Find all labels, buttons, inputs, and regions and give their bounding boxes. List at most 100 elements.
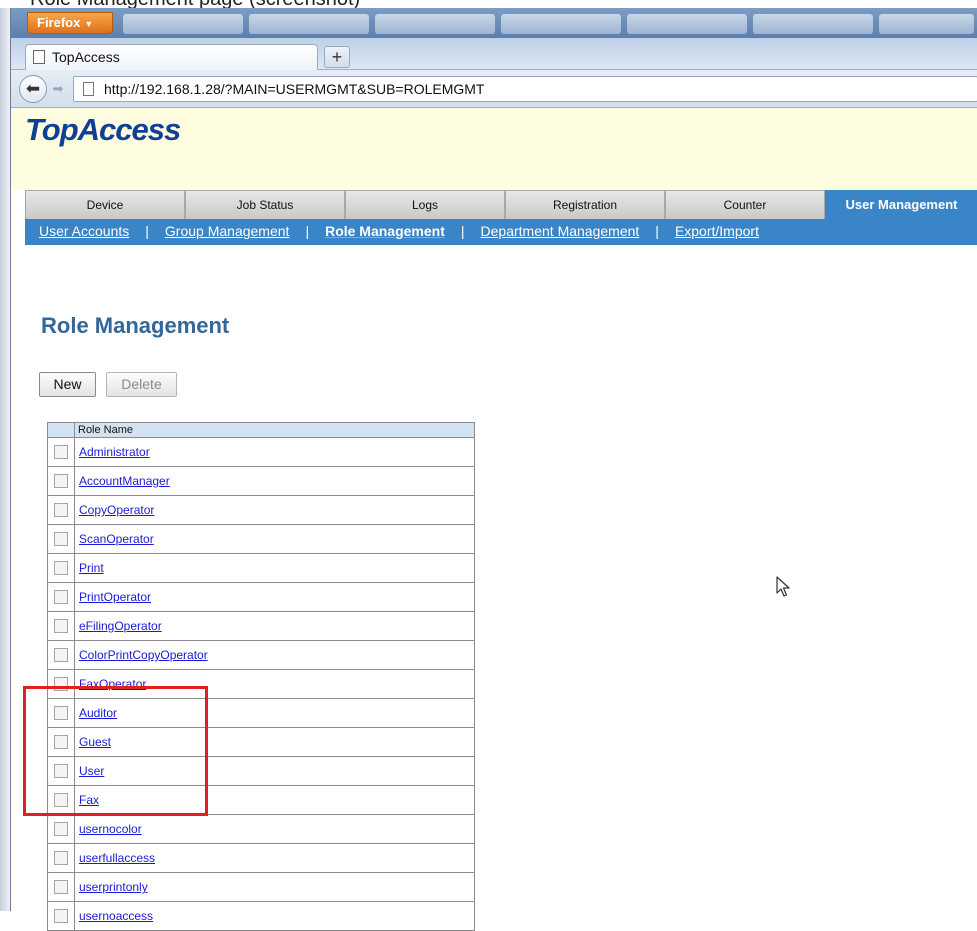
row-checkbox[interactable]: [54, 648, 68, 663]
new-button[interactable]: New: [39, 372, 96, 397]
delete-button[interactable]: Delete: [106, 372, 177, 397]
role-link[interactable]: eFilingOperator: [79, 619, 162, 633]
tab-topaccess[interactable]: TopAccess: [25, 44, 318, 70]
row-checkbox-cell: [47, 814, 75, 844]
mouse-pointer-icon: [776, 576, 790, 597]
address-bar[interactable]: http://192.168.1.28/?MAIN=USERMGMT&SUB=R…: [73, 76, 977, 102]
row-checkbox[interactable]: [54, 619, 68, 634]
table-row: eFilingOperator: [47, 611, 475, 641]
role-name-cell: eFilingOperator: [74, 611, 475, 641]
role-link[interactable]: AccountManager: [79, 474, 170, 488]
subnav-separator: |: [460, 223, 465, 239]
subnav-separator: |: [145, 223, 149, 239]
row-checkbox[interactable]: [54, 503, 68, 518]
role-link[interactable]: usernoaccess: [79, 909, 153, 923]
role-link[interactable]: userfullaccess: [79, 851, 155, 865]
table-row: Print: [47, 553, 475, 583]
table-row: ColorPrintCopyOperator: [47, 640, 475, 670]
title-bar: Firefox ▼: [11, 8, 977, 38]
role-name-cell: Administrator: [74, 437, 475, 467]
table-row: Administrator: [47, 437, 475, 467]
topaccess-logo: TopAccess: [25, 112, 181, 147]
subnav-export-import[interactable]: Export/Import: [675, 223, 759, 239]
highlight-annotation: [23, 686, 208, 816]
main-tabs: Device Job Status Logs Registration Coun…: [25, 190, 977, 219]
background-tab[interactable]: [753, 14, 873, 34]
row-checkbox-cell: [47, 553, 75, 583]
subnav-group-management[interactable]: Group Management: [165, 223, 290, 239]
row-checkbox-cell: [47, 437, 75, 467]
row-checkbox[interactable]: [54, 851, 68, 866]
background-tab[interactable]: [879, 14, 974, 34]
row-checkbox[interactable]: [54, 561, 68, 576]
tab-logs[interactable]: Logs: [345, 190, 505, 219]
row-checkbox-cell: [47, 611, 75, 641]
role-link[interactable]: CopyOperator: [79, 503, 154, 517]
row-checkbox[interactable]: [54, 880, 68, 895]
table-row: PrintOperator: [47, 582, 475, 612]
subnav-department-management[interactable]: Department Management: [481, 223, 640, 239]
row-checkbox[interactable]: [54, 909, 68, 924]
table-row: userfullaccess: [47, 843, 475, 873]
table-row: usernoaccess: [47, 901, 475, 931]
tab-device[interactable]: Device: [25, 190, 185, 219]
tab-strip: TopAccess +: [11, 38, 977, 70]
background-tab[interactable]: [501, 14, 621, 34]
page-icon: [83, 82, 94, 96]
background-tab[interactable]: [123, 14, 243, 34]
role-name-cell: userfullaccess: [74, 843, 475, 873]
new-tab-button[interactable]: +: [324, 46, 350, 68]
role-name-cell: AccountManager: [74, 466, 475, 496]
row-checkbox[interactable]: [54, 532, 68, 547]
row-checkbox-cell: [47, 872, 75, 902]
role-name-cell: usernocolor: [74, 814, 475, 844]
role-link[interactable]: Print: [79, 561, 104, 575]
role-name-cell: ColorPrintCopyOperator: [74, 640, 475, 670]
role-name-cell: Print: [74, 553, 475, 583]
row-checkbox[interactable]: [54, 822, 68, 837]
role-link[interactable]: Administrator: [79, 445, 150, 459]
role-link[interactable]: usernocolor: [79, 822, 142, 836]
tab-job-status[interactable]: Job Status: [185, 190, 345, 219]
table-row: usernocolor: [47, 814, 475, 844]
background-tab[interactable]: [375, 14, 495, 34]
subnav-role-management[interactable]: Role Management: [325, 223, 445, 239]
back-arrow-icon[interactable]: ⬅: [19, 75, 47, 103]
window-shadow: [0, 8, 10, 911]
role-table: Role Name Administrator AccountManager C…: [47, 422, 475, 931]
row-checkbox[interactable]: [54, 445, 68, 460]
row-checkbox-cell: [47, 901, 75, 931]
tab-registration[interactable]: Registration: [505, 190, 665, 219]
tab-user-management[interactable]: User Management: [825, 190, 977, 219]
forward-arrow-icon[interactable]: ➡: [47, 80, 69, 98]
page-title: Role Management: [41, 313, 230, 338]
table-row: AccountManager: [47, 466, 475, 496]
topaccess-header: TopAccess: [11, 108, 977, 190]
subnav-separator: |: [305, 223, 310, 239]
role-name-cell: usernoaccess: [74, 901, 475, 931]
role-link[interactable]: ColorPrintCopyOperator: [79, 648, 208, 662]
subnav-separator: |: [655, 223, 659, 239]
select-column-header: [47, 422, 75, 438]
sub-navigation: User Accounts | Group Management | Role Mana…: [25, 219, 977, 245]
table-header-row: Role Name: [47, 422, 475, 438]
subnav-user-accounts[interactable]: User Accounts: [39, 223, 129, 239]
table-row: ScanOperator: [47, 524, 475, 554]
firefox-menu-button[interactable]: Firefox ▼: [27, 12, 113, 34]
page-icon: [33, 50, 45, 64]
tab-title: TopAccess: [52, 49, 120, 65]
row-checkbox-cell: [47, 640, 75, 670]
role-link[interactable]: userprintonly: [79, 880, 148, 894]
navigation-bar: ⬅ ➡ http://192.168.1.28/?MAIN=USERMGMT&S…: [11, 70, 977, 108]
role-link[interactable]: PrintOperator: [79, 590, 151, 604]
role-name-column-header: Role Name: [74, 422, 475, 438]
role-link[interactable]: ScanOperator: [79, 532, 154, 546]
tab-counter[interactable]: Counter: [665, 190, 825, 219]
row-checkbox[interactable]: [54, 590, 68, 605]
row-checkbox-cell: [47, 582, 75, 612]
row-checkbox[interactable]: [54, 474, 68, 489]
row-checkbox-cell: [47, 524, 75, 554]
background-tab[interactable]: [627, 14, 747, 34]
background-tab[interactable]: [249, 14, 369, 34]
table-row: CopyOperator: [47, 495, 475, 525]
